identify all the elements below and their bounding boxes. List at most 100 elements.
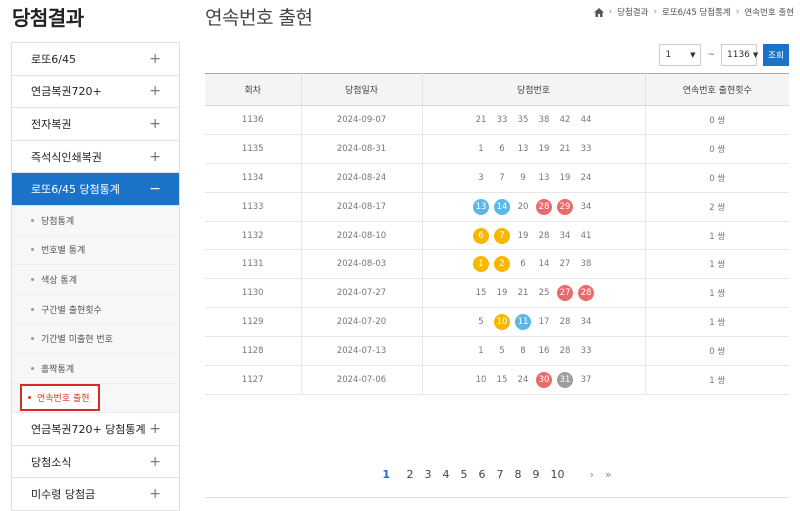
- cell-round: 1135: [205, 134, 301, 164]
- expand-icon: +: [149, 115, 161, 132]
- page-link[interactable]: 7: [497, 468, 504, 481]
- to-round-select[interactable]: 1136 ▼: [721, 44, 758, 66]
- page-current[interactable]: 1: [382, 468, 390, 481]
- submenu-item-label: 기간별 미출현 번호: [41, 335, 113, 346]
- lotto-number: 19: [496, 288, 508, 299]
- chevron-right-icon: ›: [608, 7, 613, 17]
- home-icon[interactable]: [593, 7, 604, 17]
- table-row: 1135 2024-08-31 1 6 13 19 21 33 0 쌍: [205, 134, 789, 164]
- submenu-item[interactable]: 홀짝통계: [12, 354, 179, 384]
- lotto-number: 41: [580, 230, 592, 241]
- lotto-number: 6: [499, 143, 505, 154]
- number-group: 6 7 19 28 34 41: [423, 227, 645, 244]
- sidebar-item[interactable]: 미수령 당첨금 +: [12, 478, 179, 511]
- sidebar-item-lotto-stats[interactable]: 로또6/45 당첨통계 −: [12, 173, 179, 206]
- range-separator: ~: [707, 50, 715, 60]
- lotto-number: 6: [520, 259, 526, 270]
- chevron-right-icon: ›: [735, 7, 740, 17]
- from-round-select[interactable]: 1 ▼: [659, 44, 702, 66]
- lotto-number: 42: [559, 114, 571, 125]
- submenu-item[interactable]: 번호별 통계: [12, 236, 179, 266]
- lotto-number: 1: [478, 346, 484, 357]
- page-link[interactable]: 4: [443, 468, 450, 481]
- submenu-item[interactable]: 색상 통계: [12, 265, 179, 295]
- sidebar-item-label: 연금복권720+: [31, 85, 102, 99]
- page-link[interactable]: 8: [515, 468, 522, 481]
- lotto-number: 35: [517, 114, 529, 125]
- sidebar-item[interactable]: 연금복권720+ +: [12, 75, 179, 109]
- submenu-item-label: 번호별 통계: [41, 246, 86, 257]
- number-group: 21 33 35 38 42 44: [423, 112, 645, 128]
- lotto-number: 19: [538, 143, 550, 154]
- cell-numbers: 6 7 19 28 34 41: [421, 221, 645, 251]
- collapse-icon: −: [149, 181, 161, 198]
- table-row: 1133 2024-08-17 13 14 20 28 29 34 2 쌍: [205, 192, 789, 222]
- search-button[interactable]: 조회: [763, 44, 789, 66]
- lotto-number: 38: [580, 259, 592, 270]
- lotto-number: 28: [559, 317, 571, 328]
- cell-numbers: 21 33 35 38 42 44: [421, 105, 645, 135]
- cell-date: 2024-07-20: [300, 307, 422, 338]
- breadcrumb-item[interactable]: 로또6/45 당첨통계: [662, 6, 731, 18]
- submenu-item[interactable]: 구간별 출현횟수: [12, 295, 179, 325]
- lotto-number: 1: [478, 143, 484, 154]
- expand-icon: +: [149, 453, 161, 470]
- sidebar-item[interactable]: 당첨소식 +: [12, 445, 179, 479]
- submenu-item[interactable]: 당첨통계: [12, 206, 179, 236]
- number-group: 15 19 21 25 27 28: [423, 285, 645, 302]
- sidebar-item-label: 로또6/45: [31, 52, 76, 66]
- table-row: 1134 2024-08-24 3 7 9 13 19 24 0 쌍: [205, 163, 789, 193]
- cell-round: 1131: [205, 249, 301, 280]
- lotto-number: 38: [538, 114, 550, 125]
- cell-round: 1128: [205, 336, 301, 367]
- lotto-number: 34: [580, 317, 592, 328]
- sidebar-item[interactable]: 즉석식인쇄복권 +: [12, 140, 179, 174]
- bullet-icon: [31, 277, 34, 281]
- sidebar-item-label: 미수령 당첨금: [31, 488, 96, 502]
- lotto-number: 15: [475, 288, 487, 299]
- sidebar-item[interactable]: 전자복권 +: [12, 108, 179, 141]
- results-table: 회차 당첨일자 당첨번호 연속번호 출현횟수 1136 2024-09-07 21 3…: [205, 73, 789, 395]
- sidebar-item[interactable]: 로또6/45 +: [12, 43, 179, 76]
- sidebar-item-label: 로또6/45 당첨통계: [31, 183, 120, 197]
- sidebar-item-label: 즉석식인쇄복권: [31, 150, 102, 164]
- lotto-number: 5: [499, 346, 505, 357]
- lotto-number: 19: [559, 172, 571, 183]
- page-link[interactable]: 3: [425, 468, 432, 481]
- breadcrumb-item[interactable]: 당첨결과: [617, 6, 648, 18]
- lotto-number: 21: [559, 143, 571, 154]
- lotto-ball: 11: [515, 314, 531, 331]
- number-group: 13 14 20 28 29 34: [423, 198, 645, 215]
- sidebar-item[interactable]: 연금복권720+ 당첨통계 +: [12, 413, 179, 446]
- lotto-number: 28: [538, 230, 550, 241]
- cell-date: 2024-08-17: [300, 192, 422, 222]
- bullet-icon: [31, 218, 34, 222]
- submenu-item-consecutive[interactable]: 연속번호 출현: [12, 384, 179, 414]
- lotto-ball: 14: [494, 198, 510, 215]
- page-link[interactable]: 10: [551, 468, 565, 481]
- header-numbers: 당첨번호: [421, 73, 645, 106]
- submenu-item[interactable]: 기간별 미출현 번호: [12, 324, 179, 354]
- lotto-number: 24: [517, 374, 529, 385]
- header-round: 회차: [205, 73, 301, 106]
- cell-numbers: 3 7 9 13 19 24: [421, 163, 645, 193]
- cell-consecutive-count: 0 쌍: [644, 163, 789, 193]
- next-page-icon[interactable]: ›: [590, 468, 594, 481]
- number-group: 10 15 24 30 31 37: [423, 371, 645, 388]
- bullet-icon: [31, 248, 34, 252]
- page-link[interactable]: 6: [479, 468, 486, 481]
- lotto-number: 3: [478, 172, 484, 183]
- cell-consecutive-count: 2 쌍: [644, 192, 789, 222]
- page-title: 연속번호 출현: [205, 7, 313, 29]
- sidebar-item-label: 연금복권720+ 당첨통계: [31, 422, 146, 436]
- cell-date: 2024-08-24: [300, 163, 422, 193]
- lotto-number: 8: [520, 346, 526, 357]
- page-link[interactable]: 5: [461, 468, 468, 481]
- bullet-icon: [31, 337, 34, 341]
- lotto-number: 25: [538, 288, 550, 299]
- last-page-icon[interactable]: »: [605, 468, 612, 481]
- cell-numbers: 5 10 11 17 28 34: [421, 307, 645, 338]
- cell-consecutive-count: 1 쌍: [644, 249, 789, 280]
- page-link[interactable]: 2: [407, 468, 414, 481]
- page-link[interactable]: 9: [533, 468, 540, 481]
